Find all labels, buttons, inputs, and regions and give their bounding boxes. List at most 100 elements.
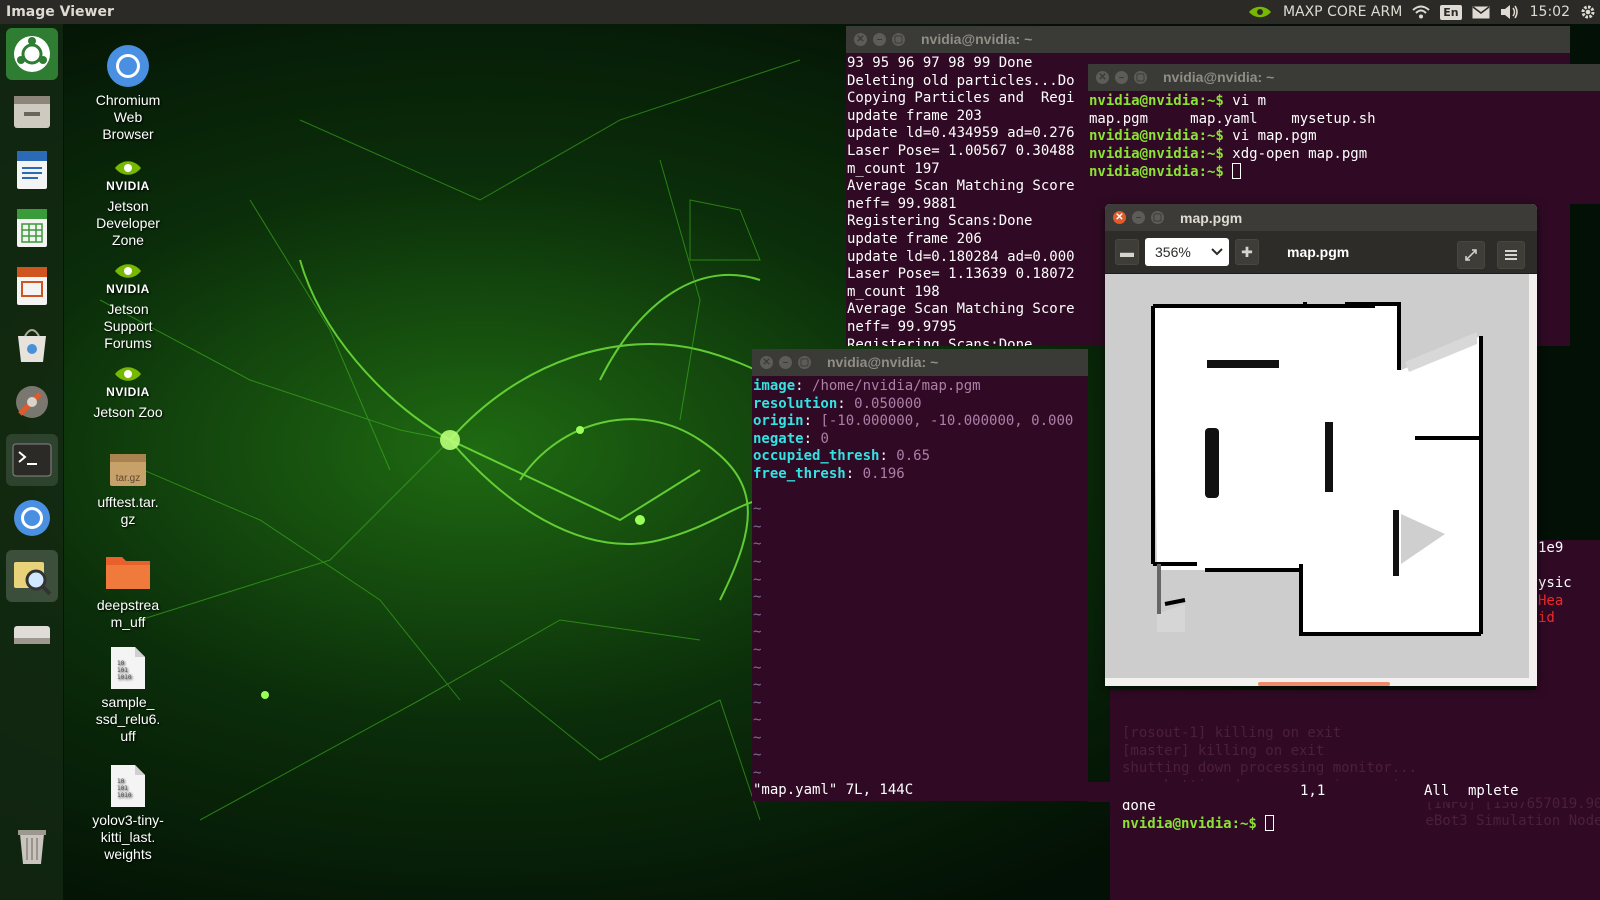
folder-icon (104, 547, 152, 595)
minimize-icon[interactable]: – (779, 356, 792, 369)
desktop-icon-label: sample_ ssd_relu6. uff (95, 694, 161, 744)
yaml-colon: : (803, 430, 813, 447)
file-listing: map.pgm map.yaml mysetup.sh (1089, 110, 1376, 127)
desktop-icon-jetson-support-forums[interactable]: NVIDIA Jetson Support Forums (72, 259, 184, 352)
maximize-icon[interactable]: ▢ (798, 356, 811, 369)
drive-icon[interactable] (6, 608, 58, 660)
close-icon[interactable]: ✕ (1113, 211, 1126, 224)
terminal-title: nvidia@nvidia: ~ (921, 30, 1033, 47)
terminal-title: nvidia@nvidia: ~ (1163, 68, 1275, 85)
maximize-icon[interactable]: ▢ (1134, 71, 1147, 84)
trash-icon[interactable] (6, 820, 58, 872)
vim-empty-line-marker: ~ (753, 501, 762, 518)
vim-empty-line-marker: ~ (753, 677, 762, 694)
ubuntu-dash-icon[interactable] (6, 28, 58, 80)
desktop-icon-label: ufftest.tar. gz (97, 494, 159, 527)
yaml-value: 0.050000 (845, 395, 922, 412)
terminal-prompt-line[interactable]: nvidia@nvidia:~$ (1110, 815, 1275, 834)
yaml-colon: : (837, 395, 846, 412)
vim-blank-line (753, 484, 1088, 502)
desktop-icon-chromium[interactable]: Chromium Web Browser (72, 42, 184, 143)
viewer-titlebar[interactable]: ✕ – ▢ map.pgm (1105, 204, 1537, 231)
binary-file-icon: 10 101 1010 (104, 762, 152, 810)
terminal-icon[interactable] (6, 434, 58, 486)
prompt: nvidia@nvidia:~$ (1089, 164, 1224, 181)
edge-fragment: ysic (1538, 575, 1572, 592)
maximize-icon[interactable]: ▢ (892, 33, 905, 46)
terminal-output: nvidia@nvidia:~$ vi m map.pgm map.yaml m… (1088, 91, 1600, 182)
terminal-cursor (1232, 163, 1242, 180)
nvidia-power-mode[interactable]: MAXP CORE ARM (1283, 4, 1402, 20)
desktop-icon-jetson-developer-zone[interactable]: NVIDIA Jetson Developer Zone (72, 156, 184, 249)
calc-icon[interactable] (6, 202, 58, 254)
maximize-icon[interactable]: ▢ (1151, 211, 1164, 224)
terminal-window-shell[interactable]: ✕ – ▢ nvidia@nvidia: ~ nvidia@nvidia:~$ … (1088, 64, 1600, 204)
impress-icon[interactable] (6, 260, 58, 312)
vim-empty-line-marker: ~ (753, 606, 762, 623)
settings-icon[interactable] (6, 376, 58, 428)
chromium-icon (104, 42, 152, 90)
zoom-in-button[interactable]: ✚ (1235, 239, 1259, 265)
vertical-scrollbar[interactable] (1529, 274, 1537, 686)
image-viewer-window[interactable]: ✕ – ▢ map.pgm ▬ 356% ✚ map.pgm (1105, 204, 1537, 686)
vim-buffer[interactable]: image: /home/nvidia/map.pgm resolution: 0… (752, 376, 1088, 783)
launcher (0, 24, 64, 900)
terminal-titlebar[interactable]: ✕ – ▢ nvidia@nvidia: ~ (846, 26, 1570, 53)
writer-icon[interactable] (6, 144, 58, 196)
yaml-colon: : (845, 465, 855, 482)
terminal-titlebar[interactable]: ✕ – ▢ nvidia@nvidia: ~ (1088, 64, 1600, 91)
binary-file-icon: 10 101 1010 (104, 644, 152, 692)
chromium-icon[interactable] (6, 492, 58, 544)
edge-fragment: 1e9 (1538, 540, 1564, 556)
yaml-key: negate (753, 430, 804, 447)
desktop-icon-jetson-zoo[interactable]: NVIDIA Jetson Zoo (72, 362, 184, 421)
prompt: nvidia@nvidia:~$ (1089, 145, 1224, 162)
desktop-icon-yolov3-weights[interactable]: 10 101 1010 yolov3-tiny- kitti_last. weigh… (72, 762, 184, 863)
vim-empty-line-marker: ~ (753, 536, 762, 553)
close-icon[interactable]: ✕ (760, 356, 773, 369)
close-icon[interactable]: ✕ (854, 33, 867, 46)
yaml-key: occupied_thresh (753, 448, 880, 465)
terminal-titlebar[interactable]: ✕ – ▢ nvidia@nvidia: ~ (752, 349, 1088, 376)
desktop-icon-sample-ssd[interactable]: 10 101 1010 sample_ ssd_relu6. uff (72, 644, 184, 745)
software-center-icon[interactable] (6, 318, 58, 370)
svg-text:10: 10 (117, 778, 125, 785)
clock[interactable]: 15:02 (1530, 4, 1570, 20)
nvidia-icon: NVIDIA (104, 362, 152, 402)
keyboard-layout-indicator[interactable]: En (1440, 4, 1462, 20)
minimize-icon[interactable]: – (1132, 211, 1145, 224)
vim-empty-line-marker: ~ (753, 589, 762, 606)
yaml-colon: : (879, 448, 888, 465)
desktop-icon-ufftest-archive[interactable]: tar.gz ufftest.tar. gz (72, 444, 184, 528)
mail-icon[interactable] (1472, 5, 1490, 19)
vim-file-info: "map.yaml" 7L, 144C (753, 782, 914, 798)
volume-icon[interactable] (1500, 4, 1520, 20)
nvidia-logo: NVIDIA (106, 384, 150, 399)
nvidia-icon[interactable] (1247, 4, 1273, 20)
close-icon[interactable]: ✕ (1096, 71, 1109, 84)
wifi-icon[interactable] (1412, 5, 1430, 19)
map-image[interactable] (1105, 274, 1529, 678)
yaml-key: origin (753, 413, 804, 430)
nvidia-logo: NVIDIA (106, 281, 150, 296)
archive-badge: tar.gz (115, 473, 141, 484)
yaml-value: [-10.000000, -10.000000, 0.000 (812, 413, 1074, 430)
menu-button[interactable] (1497, 241, 1525, 269)
system-tray: MAXP CORE ARM En 15:02 (1247, 0, 1596, 24)
desktop-icon-label: Jetson Support Forums (103, 301, 153, 351)
desktop-icon-deepstream-uff[interactable]: deepstrea m_uff (72, 547, 184, 631)
zoom-level-dropdown[interactable]: 356% (1145, 238, 1229, 266)
fullscreen-button[interactable] (1457, 241, 1485, 269)
files-icon[interactable] (6, 86, 58, 138)
prompt: nvidia@nvidia:~$ (1122, 816, 1257, 832)
gear-icon[interactable] (1580, 4, 1596, 20)
yaml-line: negate: 0 (753, 431, 1088, 449)
svg-text:101: 101 (117, 785, 128, 792)
horizontal-scrollbar-thumb[interactable] (1258, 682, 1390, 686)
image-viewer-icon[interactable] (6, 550, 58, 602)
terminal-window-vim[interactable]: ✕ – ▢ nvidia@nvidia: ~ image: /home/nvid… (752, 349, 1088, 801)
vim-status-line: "map.yaml" 7L, 144C (753, 782, 1088, 800)
minimize-icon[interactable]: – (1115, 71, 1128, 84)
zoom-out-button[interactable]: ▬ (1115, 239, 1139, 265)
minimize-icon[interactable]: – (873, 33, 886, 46)
